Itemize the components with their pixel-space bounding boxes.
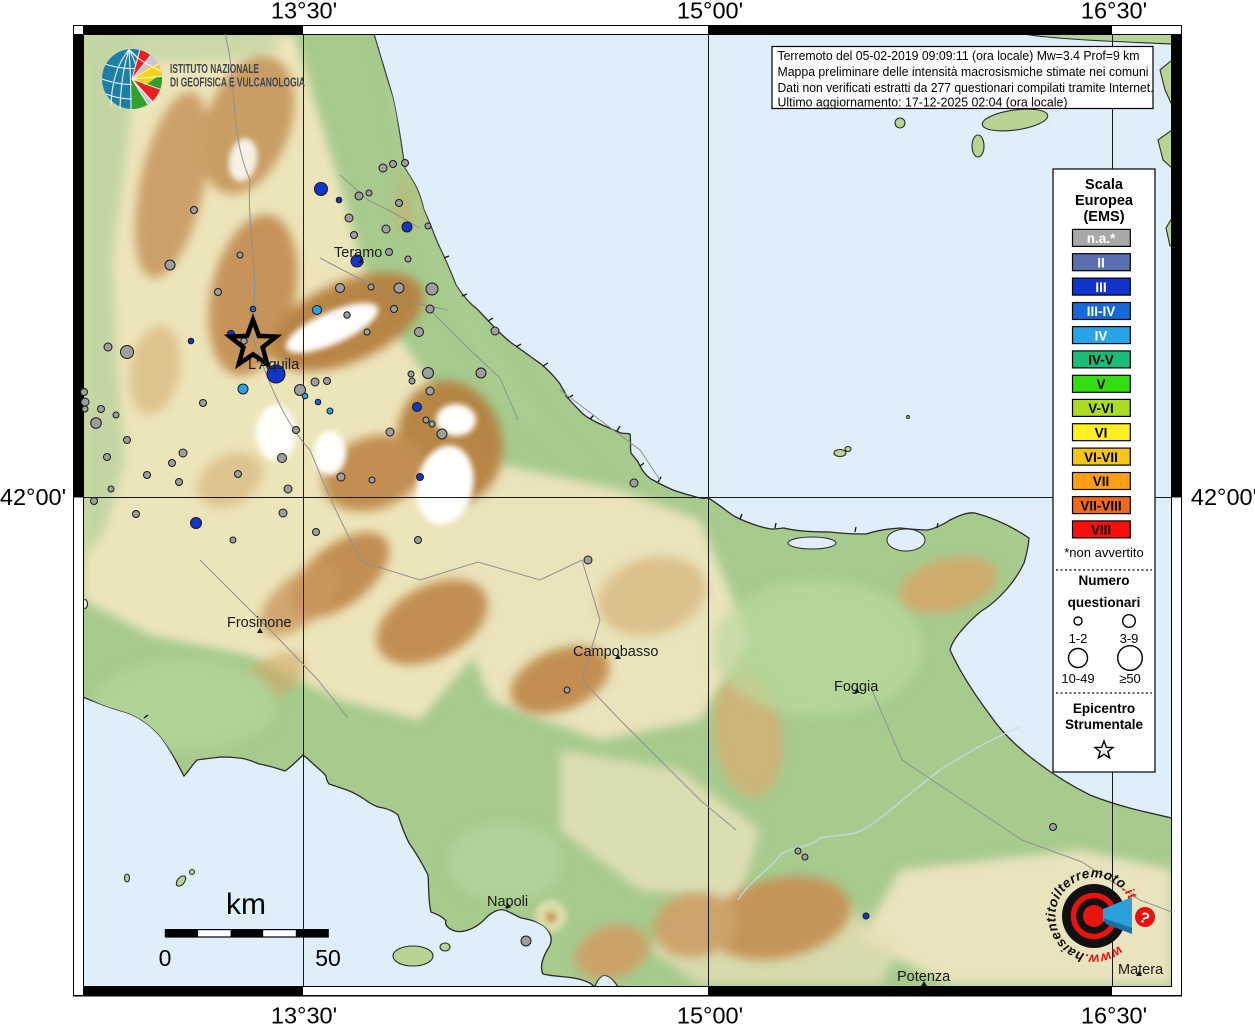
svg-text:(EMS): (EMS) [1083,209,1124,225]
svg-text:16°30': 16°30' [1081,1003,1147,1024]
svg-text:IV-V: IV-V [1088,353,1114,368]
svg-text:3-9: 3-9 [1120,631,1139,646]
svg-text:ISTITUTO NAZIONALE: ISTITUTO NAZIONALE [170,62,259,76]
svg-text:L'Aquila: L'Aquila [248,357,300,373]
svg-text:Europea: Europea [1075,193,1134,209]
svg-text:II: II [1097,256,1105,271]
svg-text:42°00': 42°00' [1191,484,1255,510]
svg-text:10-49: 10-49 [1061,671,1094,686]
svg-text:V-VI: V-VI [1088,401,1114,416]
svg-text:IV: IV [1095,328,1108,343]
svg-text:13°30': 13°30' [271,0,337,24]
svg-text:50: 50 [315,945,341,971]
svg-text:III-IV: III-IV [1087,304,1116,319]
svg-text:Ultimo aggiornamento: 17-12-20: Ultimo aggiornamento: 17-12-2025 02:04 (… [778,95,1068,110]
svg-text:Numero: Numero [1078,573,1129,588]
svg-text:42°00': 42°00' [0,484,66,510]
svg-text:VII-VIII: VII-VIII [1080,498,1121,513]
svg-text:15°00': 15°00' [677,1003,743,1024]
svg-text:13°30': 13°30' [271,1003,337,1024]
svg-text:VI: VI [1095,425,1108,440]
svg-text:Teramo: Teramo [334,245,382,261]
svg-text:n.a.*: n.a.* [1087,231,1116,246]
svg-text:III: III [1095,280,1106,295]
svg-text:0: 0 [159,945,172,971]
svg-text:VI-VII: VI-VII [1084,450,1118,465]
svg-text:*non avvertito: *non avvertito [1064,545,1144,560]
svg-text:Terremoto del 05-02-2019 09:09: Terremoto del 05-02-2019 09:09:11 (ora l… [778,48,1140,63]
svg-text:1-2: 1-2 [1069,631,1088,646]
svg-text:questionari: questionari [1068,595,1141,610]
svg-text:V: V [1096,377,1105,392]
svg-text:Epicentro: Epicentro [1073,701,1135,716]
svg-text:VIII: VIII [1091,523,1111,538]
svg-text:km: km [226,888,266,921]
svg-text:DI GEOFISICA E VULCANOLOGIA: DI GEOFISICA E VULCANOLOGIA [170,76,305,90]
svg-text:≥50: ≥50 [1119,671,1141,686]
svg-text:15°00': 15°00' [677,0,743,24]
svg-text:Scala: Scala [1085,177,1124,193]
svg-text:Dati non verificati estratti d: Dati non verificati estratti da 277 ques… [778,80,1154,95]
svg-text:Strumentale: Strumentale [1065,717,1144,732]
svg-text:Campobasso: Campobasso [573,644,658,660]
svg-text:16°30': 16°30' [1081,0,1147,24]
svg-text:Frosinone: Frosinone [227,615,291,631]
svg-text:Mappa preliminare delle intens: Mappa preliminare delle intensità macros… [778,64,1149,79]
svg-text:VII: VII [1093,474,1110,489]
